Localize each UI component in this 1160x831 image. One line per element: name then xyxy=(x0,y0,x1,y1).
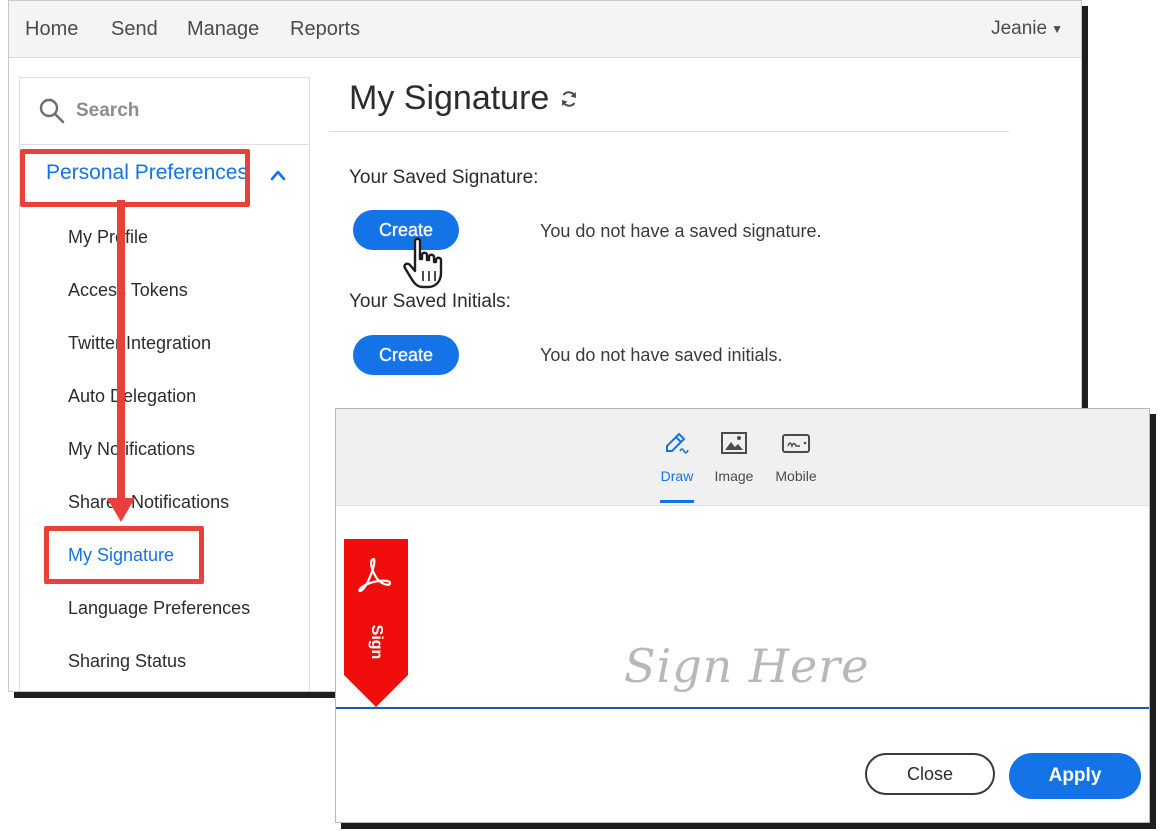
pen-icon xyxy=(666,432,689,454)
signature-status-text: You do not have a saved signature. xyxy=(540,221,822,241)
top-nav: Home Send Manage Reports Jeanie ▼ xyxy=(9,1,1081,58)
search-icon xyxy=(39,98,65,124)
hand-cursor-icon xyxy=(403,237,443,289)
search-input[interactable] xyxy=(74,99,278,123)
sidebar-item-shared-notifications[interactable]: Shared Notifications xyxy=(20,476,309,529)
caret-down-icon: ▼ xyxy=(1051,22,1063,36)
sign-here-placeholder[interactable]: Sign Here xyxy=(624,639,869,693)
tab-image[interactable]: Image xyxy=(704,429,764,505)
page-title: My Signature xyxy=(349,79,579,118)
section-personal-preferences[interactable]: Personal Preferences xyxy=(20,145,309,211)
sidebar-item-my-notifications[interactable]: My Notifications xyxy=(20,423,309,476)
sidebar-item-my-profile[interactable]: My Profile xyxy=(20,211,309,264)
create-initials-button[interactable]: Create xyxy=(353,335,459,375)
saved-signature-label: Your Saved Signature: xyxy=(349,167,539,188)
tab-mobile[interactable]: Mobile xyxy=(766,429,826,505)
active-tab-indicator xyxy=(660,500,694,503)
section-title[interactable]: Personal Preferences xyxy=(40,160,254,186)
saved-initials-label: Your Saved Initials: xyxy=(349,291,511,312)
sidebar-item-auto-delegation[interactable]: Auto Delegation xyxy=(20,370,309,423)
user-name: Jeanie xyxy=(991,18,1048,39)
tab-draw-label: Draw xyxy=(660,468,694,484)
image-icon xyxy=(721,432,747,454)
tab-image-label: Image xyxy=(714,468,754,484)
nav-home[interactable]: Home xyxy=(25,18,78,41)
sidebar-item-access-tokens[interactable]: Access Tokens xyxy=(20,264,309,317)
nav-manage[interactable]: Manage xyxy=(187,18,259,41)
mobile-icon xyxy=(782,434,810,453)
user-menu[interactable]: Jeanie ▼ xyxy=(985,17,1069,41)
tab-draw[interactable]: Draw xyxy=(647,429,707,505)
title-divider xyxy=(329,131,1009,132)
signature-baseline xyxy=(336,707,1149,709)
acrobat-icon xyxy=(358,557,392,593)
tab-mobile-label: Mobile xyxy=(775,468,817,484)
sidebar-item-twitter-integration[interactable]: Twitter Integration xyxy=(20,317,309,370)
page-title-text: My Signature xyxy=(349,79,550,117)
close-button[interactable]: Close xyxy=(865,753,995,795)
nav-send[interactable]: Send xyxy=(111,18,158,41)
chevron-up-icon[interactable] xyxy=(270,169,286,181)
signature-method-tabs: Draw Image Mobile xyxy=(336,409,1149,506)
apply-button[interactable]: Apply xyxy=(1009,753,1141,799)
refresh-icon[interactable] xyxy=(559,89,579,109)
sidebar-item-language-preferences[interactable]: Language Preferences xyxy=(20,582,309,635)
signature-dialog: Draw Image Mobile Sign Sign Here Close A… xyxy=(335,408,1150,823)
sidebar-item-my-signature[interactable]: My Signature xyxy=(20,529,309,582)
preferences-menu: My Profile Access Tokens Twitter Integra… xyxy=(20,211,309,688)
sidebar: Personal Preferences My Profile Access T… xyxy=(19,77,310,691)
sign-flag-label: Sign xyxy=(368,624,385,660)
sidebar-item-sharing-status[interactable]: Sharing Status xyxy=(20,635,309,688)
initials-status-text: You do not have saved initials. xyxy=(540,345,783,365)
search-box xyxy=(20,78,309,145)
nav-reports[interactable]: Reports xyxy=(290,18,360,41)
